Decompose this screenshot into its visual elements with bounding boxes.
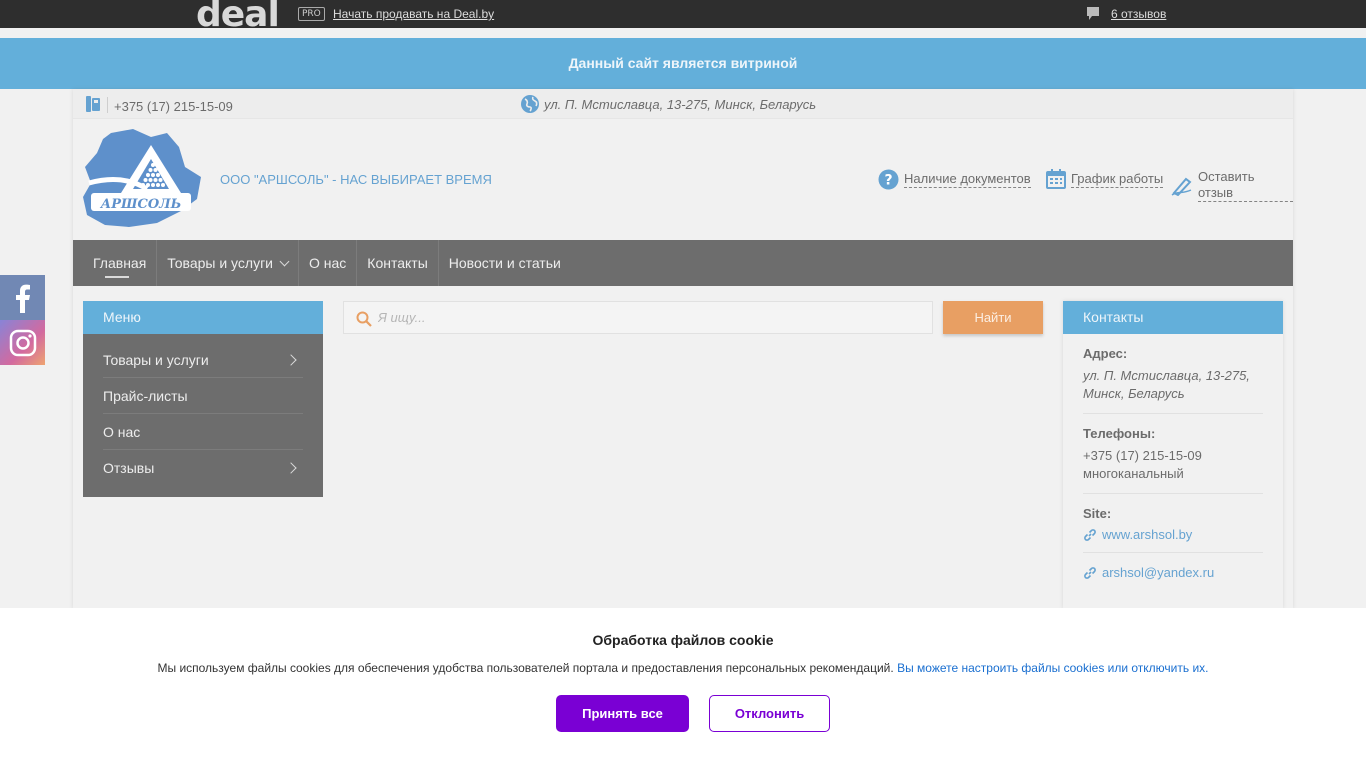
calendar-icon [1046, 169, 1066, 189]
menu-item-about[interactable]: О нас [103, 414, 303, 450]
chevron-down-icon [279, 256, 290, 267]
contacts-address: Адрес: ул. П. Мстиславца, 13-275, Минск,… [1083, 334, 1263, 414]
nav-home[interactable]: Главная [73, 240, 158, 286]
phone-note: многоканальный [1083, 466, 1184, 481]
search-box [343, 301, 933, 334]
decline-cookies-button[interactable]: Отклонить [709, 695, 830, 732]
company-tagline: ООО "АРШСОЛЬ" - НАС ВЫБИРАЕТ ВРЕМЯ [220, 172, 492, 187]
phone-value[interactable]: +375 (17) 215-15-09 [1083, 447, 1263, 465]
menu-item-reviews[interactable]: Отзывы [103, 450, 303, 486]
facebook-icon [15, 284, 30, 313]
contacts-site: Site: www.arshsol.by [1083, 494, 1263, 553]
start-selling-link[interactable]: Начать продавать на Deal.by [333, 7, 494, 21]
cookie-text: Мы используем файлы cookies для обеспече… [0, 661, 1366, 675]
main-container: +375 (17) 215-15-09 ул. П. Мстиславца, 1… [73, 89, 1293, 609]
address-label: Адрес: [1083, 346, 1128, 361]
header-address: ул. П. Мстиславца, 13-275, Минск, Белару… [544, 97, 817, 112]
site-link-label: www.arshsol.by [1102, 527, 1193, 542]
search-button[interactable]: Найти [943, 301, 1043, 334]
email-link-label: arshsol@yandex.ru [1102, 565, 1215, 580]
top-bar: deal PRO Начать продавать на Deal.by 6 о… [0, 0, 1366, 28]
leave-review-label: Оставить отзыв [1197, 169, 1293, 202]
schedule-link-label: График работы [1071, 170, 1164, 188]
search-input[interactable] [378, 302, 918, 333]
deal-logo[interactable]: deal [196, 0, 279, 28]
cookie-settings-link[interactable]: Вы можете настроить файлы cookies или от… [897, 661, 1208, 675]
menu-item-label: Товары и услуги [103, 352, 209, 368]
link-icon [1084, 528, 1096, 541]
side-menu-list: Товары и услуги Прайс-листы О нас Отзывы [83, 334, 323, 486]
reviews-link[interactable]: 6 отзывов [1111, 7, 1166, 21]
nav-news[interactable]: Новости и статьи [439, 240, 571, 286]
schedule-link[interactable]: График работы [1046, 169, 1164, 189]
svg-text:?: ? [884, 173, 892, 189]
cookie-title: Обработка файлов cookie [592, 632, 774, 648]
phone-icon [86, 96, 100, 112]
contact-bar: +375 (17) 215-15-09 ул. П. Мстиславца, 1… [73, 89, 1293, 119]
search-icon [356, 311, 372, 327]
chevron-right-icon [285, 354, 297, 366]
site-label: Site: [1083, 506, 1112, 521]
logo-text: АРШСОЛЬ [100, 197, 182, 212]
menu-item-label: Отзывы [103, 460, 155, 476]
cookie-banner: Обработка файлов cookie Мы используем фа… [0, 608, 1366, 768]
pro-badge: PRO [298, 7, 325, 21]
phones-label: Телефоны: [1083, 426, 1156, 441]
leave-review-link[interactable]: Оставить отзыв [1171, 169, 1293, 202]
address-value: ул. П. Мстиславца, 13-275, Минск, Белару… [1083, 368, 1250, 401]
globe-icon [521, 95, 539, 113]
contacts-panel: Контакты Адрес: ул. П. Мстиславца, 13-27… [1063, 301, 1283, 609]
facebook-button[interactable] [0, 275, 45, 320]
menu-item-pricelists[interactable]: Прайс-листы [103, 378, 303, 414]
main-nav: Главная Товары и услуги О нас Контакты Н… [73, 240, 1293, 286]
email-link[interactable]: arshsol@yandex.ru [1083, 565, 1263, 580]
site-link[interactable]: www.arshsol.by [1083, 527, 1263, 542]
nav-products[interactable]: Товары и услуги [157, 240, 299, 286]
cookie-description: Мы используем файлы cookies для обеспече… [157, 661, 894, 675]
divider [107, 97, 108, 113]
comment-icon [1087, 7, 1099, 20]
nav-contacts[interactable]: Контакты [357, 240, 439, 286]
menu-item-products[interactable]: Товары и услуги [103, 342, 303, 378]
documents-link-label: Наличие документов [904, 171, 1031, 188]
accept-cookies-button[interactable]: Принять все [556, 695, 689, 732]
contacts-email: arshsol@yandex.ru [1083, 553, 1263, 590]
showcase-banner: Данный сайт является витриной [0, 38, 1366, 89]
pen-icon [1171, 177, 1192, 196]
contacts-title: Контакты [1063, 301, 1283, 334]
side-menu-title: Меню [83, 301, 323, 334]
header-phone[interactable]: +375 (17) 215-15-09 [114, 99, 233, 114]
link-icon [1084, 566, 1096, 579]
contacts-phones: Телефоны: +375 (17) 215-15-09 многоканал… [1083, 414, 1263, 494]
question-icon: ? [878, 169, 899, 190]
chevron-right-icon [285, 462, 297, 474]
nav-products-label: Товары и услуги [167, 255, 273, 271]
side-menu: Меню Товары и услуги Прайс-листы О нас О… [83, 301, 323, 497]
instagram-icon [9, 329, 36, 356]
nav-about[interactable]: О нас [299, 240, 358, 286]
company-logo[interactable] [81, 127, 203, 231]
documents-link[interactable]: ? Наличие документов [878, 169, 1031, 190]
instagram-button[interactable] [0, 320, 45, 365]
site-header: АРШСОЛЬ ООО "АРШСОЛЬ" - НАС ВЫБИРАЕТ ВРЕ… [73, 119, 1293, 240]
